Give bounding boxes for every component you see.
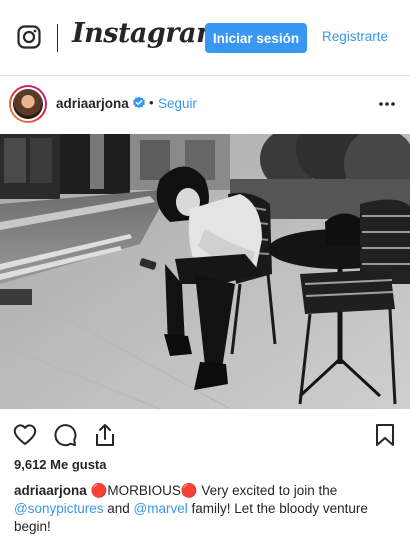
register-link[interactable]: Registrarte [322, 29, 388, 44]
instagram-glyph-icon[interactable] [17, 25, 41, 49]
post-photo[interactable] [0, 134, 410, 409]
post-username[interactable]: adriaarjona [56, 96, 129, 111]
caption-username[interactable]: adriaarjona [14, 483, 87, 498]
bookmark-icon[interactable] [372, 422, 398, 448]
caption-text: 🔴MORBIOUS🔴 Very excited to join the [86, 483, 338, 498]
post-header: adriaarjona • Seguir [0, 76, 410, 134]
login-button[interactable]: Iniciar sesión [205, 23, 307, 53]
caption-text: and [103, 501, 134, 516]
header-divider [57, 24, 58, 52]
top-navigation-bar: Instagram Iniciar sesión Registrarte [0, 0, 410, 76]
mention-link[interactable]: @marvel [134, 501, 188, 516]
separator-dot: • [149, 95, 154, 110]
post-actions [0, 418, 410, 450]
follow-button[interactable]: Seguir [158, 96, 197, 111]
verified-badge-icon [133, 96, 145, 109]
mention-link[interactable]: @sonypictures [14, 501, 104, 516]
avatar[interactable] [9, 85, 47, 123]
comment-icon[interactable] [52, 422, 78, 448]
like-count[interactable]: 9,612 Me gusta [14, 457, 107, 472]
more-options-icon[interactable] [378, 95, 396, 113]
post-caption: adriaarjona 🔴MORBIOUS🔴 Very excited to j… [14, 482, 400, 536]
instagram-wordmark[interactable]: Instagram [72, 18, 225, 49]
heart-icon[interactable] [12, 422, 38, 448]
share-icon[interactable] [92, 422, 118, 448]
